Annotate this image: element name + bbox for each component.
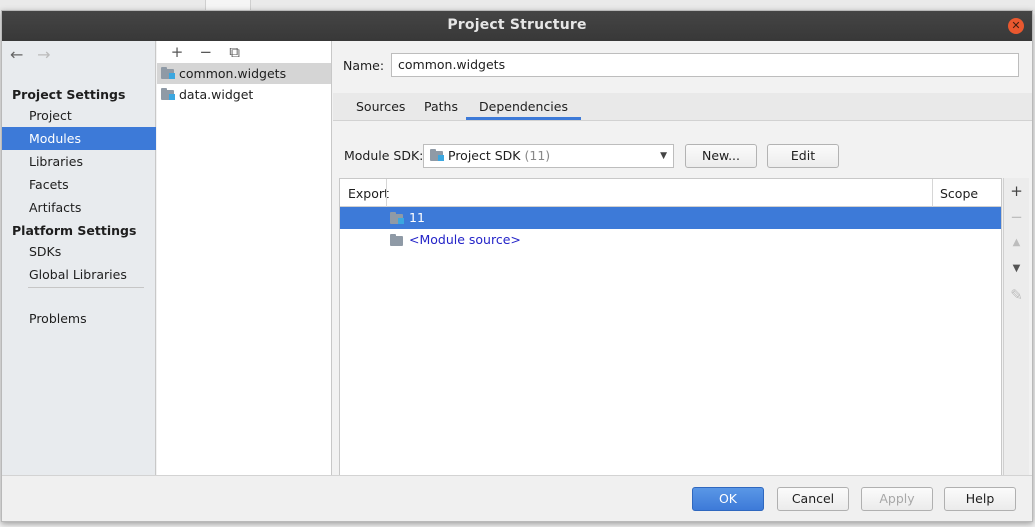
column-divider (932, 179, 933, 207)
module-list-toolbar: + − ⧉ (157, 41, 331, 63)
dependency-label: 11 (409, 210, 425, 225)
group-platform-settings: Platform Settings (12, 223, 137, 238)
column-scope[interactable]: Scope (940, 186, 978, 201)
new-sdk-button[interactable]: New... (685, 144, 757, 168)
sdk-selected-value: Project SDK (448, 148, 521, 163)
name-label: Name: (343, 58, 385, 73)
nav-item-problems[interactable]: Problems (2, 307, 156, 330)
nav-item-project[interactable]: Project (2, 104, 156, 127)
sdk-folder-icon (430, 149, 444, 161)
module-item-label: common.widgets (179, 66, 287, 81)
back-arrow-icon[interactable]: ← (10, 45, 32, 64)
module-item-data-widget[interactable]: data.widget (157, 84, 331, 105)
edit-pencil-icon[interactable]: ✎ (1004, 282, 1029, 308)
column-export[interactable]: Export (348, 186, 389, 201)
close-icon[interactable]: ✕ (1008, 18, 1024, 34)
tab-dependencies[interactable]: Dependencies (466, 98, 581, 120)
move-down-icon[interactable]: ▼ (1004, 256, 1029, 282)
tab-paths[interactable]: Paths (424, 98, 458, 120)
move-up-icon[interactable]: ▲ (1004, 230, 1029, 256)
module-item-label: data.widget (179, 87, 254, 102)
table-header: Export Scope (340, 179, 1001, 207)
dependency-toolbar: + − ▲ ▼ ✎ (1003, 178, 1029, 478)
dialog-footer: OK Cancel Apply Help (2, 475, 1032, 521)
group-project-settings: Project Settings (12, 87, 126, 102)
nav-item-facets[interactable]: Facets (2, 173, 156, 196)
table-row[interactable]: <Module source> (340, 229, 1001, 251)
tab-sources[interactable]: Sources (356, 98, 405, 120)
dependencies-table: Export Scope 11 <Module source> (339, 178, 1002, 478)
settings-nav: ← → Project Settings Project Modules Lib… (2, 41, 156, 475)
dependency-label: <Module source> (409, 232, 521, 247)
edit-sdk-button[interactable]: Edit (767, 144, 839, 168)
copy-module-icon[interactable]: ⧉ (223, 41, 247, 63)
add-dependency-icon[interactable]: + (1004, 178, 1029, 204)
cancel-button[interactable]: Cancel (777, 487, 849, 511)
forward-arrow-icon[interactable]: → (37, 45, 59, 64)
remove-module-icon[interactable]: − (194, 41, 218, 63)
nav-divider (28, 287, 144, 288)
nav-item-global-libraries[interactable]: Global Libraries (2, 263, 156, 286)
table-row[interactable]: 11 (340, 207, 1001, 229)
nav-item-sdks[interactable]: SDKs (2, 240, 156, 263)
title-bar: Project Structure ✕ (2, 11, 1032, 41)
sdk-version: (11) (524, 148, 551, 163)
chevron-down-icon: ▼ (660, 151, 667, 161)
module-name-field[interactable]: common.widgets (391, 53, 1019, 77)
module-item-common-widgets[interactable]: common.widgets (157, 63, 331, 84)
column-divider (386, 179, 387, 207)
source-folder-icon (390, 234, 404, 246)
sdk-folder-icon (390, 212, 404, 224)
module-list-panel: + − ⧉ common.widgets data.widget (157, 41, 332, 475)
module-sdk-dropdown[interactable]: Project SDK (11) ▼ (423, 144, 674, 168)
ok-button[interactable]: OK (692, 487, 764, 511)
module-sdk-label: Module SDK: (344, 148, 424, 163)
dialog-title: Project Structure (447, 17, 587, 33)
nav-item-libraries[interactable]: Libraries (2, 150, 156, 173)
module-tabs: Sources Paths Dependencies (333, 93, 1032, 121)
nav-item-artifacts[interactable]: Artifacts (2, 196, 156, 219)
apply-button[interactable]: Apply (861, 487, 933, 511)
remove-dependency-icon[interactable]: − (1004, 204, 1029, 230)
project-structure-dialog: Project Structure ✕ ← → Project Settings… (1, 10, 1033, 522)
module-details-panel: Name: common.widgets Sources Paths Depen… (333, 41, 1032, 478)
nav-item-modules[interactable]: Modules (2, 127, 156, 150)
module-folder-icon (161, 67, 175, 79)
module-folder-icon (161, 88, 175, 100)
nav-arrows: ← → (10, 45, 59, 65)
help-button[interactable]: Help (944, 487, 1016, 511)
add-module-icon[interactable]: + (165, 41, 189, 63)
